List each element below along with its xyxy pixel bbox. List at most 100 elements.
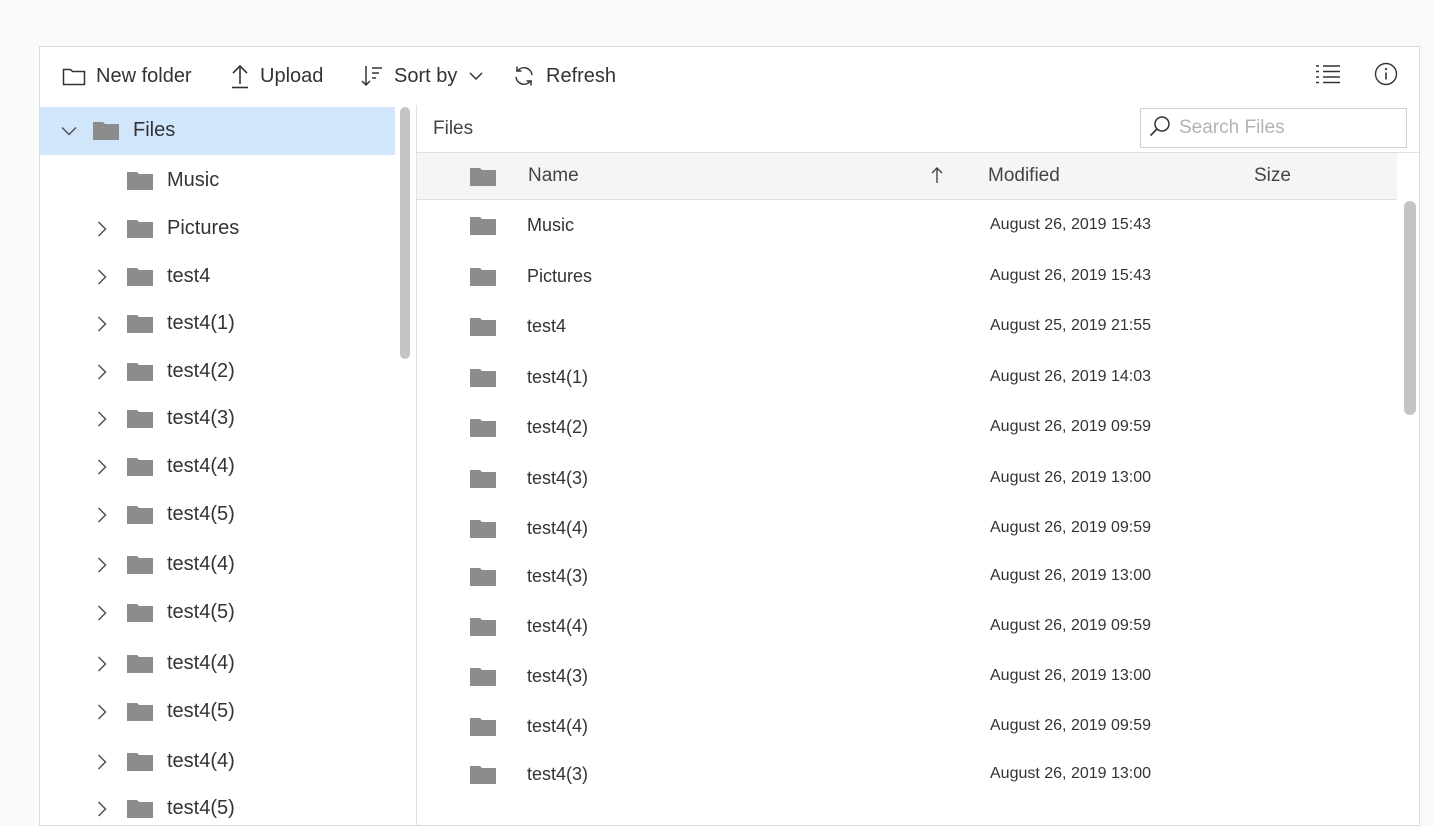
folder-icon bbox=[470, 749, 496, 799]
column-header-size[interactable]: Size bbox=[1254, 153, 1291, 199]
nav-item[interactable]: test4(2) bbox=[40, 348, 395, 396]
folder-icon bbox=[127, 456, 153, 482]
nav-item[interactable]: Music bbox=[40, 157, 395, 205]
navigation-scrollbar[interactable] bbox=[400, 107, 410, 359]
nav-item[interactable]: test4(5) bbox=[40, 589, 395, 637]
chevron-right-icon[interactable] bbox=[92, 362, 112, 382]
chevron-right-icon[interactable] bbox=[92, 314, 112, 334]
nav-item[interactable]: test4(4) bbox=[40, 541, 395, 589]
details-info-button[interactable] bbox=[1368, 47, 1404, 105]
nav-item[interactable]: test4 bbox=[40, 253, 395, 301]
sort-by-button[interactable]: Sort by bbox=[360, 47, 483, 105]
chevron-right-icon[interactable] bbox=[92, 409, 112, 429]
chevron-right-icon[interactable] bbox=[92, 457, 112, 477]
upload-label: Upload bbox=[260, 64, 324, 87]
nav-item[interactable]: test4(3) bbox=[40, 395, 395, 443]
file-name: test4(3) bbox=[527, 565, 589, 586]
sort-ascending-icon bbox=[930, 166, 944, 190]
chevron-right-icon[interactable] bbox=[92, 219, 112, 239]
folder-icon bbox=[470, 453, 496, 503]
view-toggle-button[interactable] bbox=[1310, 47, 1346, 105]
chevron-down-icon[interactable] bbox=[59, 121, 79, 141]
file-name: test4(3) bbox=[527, 665, 589, 686]
file-name: test4(1) bbox=[527, 366, 589, 387]
breadcrumb[interactable]: Files bbox=[433, 105, 473, 152]
column-header-modified[interactable]: Modified bbox=[988, 153, 1060, 199]
folder-icon bbox=[127, 554, 153, 580]
nav-item-label: test4(3) bbox=[167, 407, 235, 429]
nav-item-label: test4(2) bbox=[167, 360, 235, 382]
file-name: test4(4) bbox=[527, 517, 589, 538]
column-header-name[interactable]: Name bbox=[528, 153, 948, 199]
grid-scrollbar[interactable] bbox=[1404, 201, 1416, 415]
nav-item-label: test4(5) bbox=[167, 797, 235, 819]
file-row[interactable]: test4(4) August 26, 2019 09:59 bbox=[417, 503, 1397, 553]
folder-icon bbox=[470, 701, 496, 751]
folder-icon bbox=[470, 551, 496, 601]
chevron-right-icon[interactable] bbox=[92, 555, 112, 575]
nav-item[interactable]: test4(5) bbox=[40, 491, 395, 539]
nav-item-label: test4(4) bbox=[167, 652, 235, 674]
file-modified: August 26, 2019 14:03 bbox=[990, 368, 1152, 385]
chevron-right-icon[interactable] bbox=[92, 654, 112, 674]
file-modified: August 26, 2019 13:00 bbox=[990, 765, 1152, 782]
file-row[interactable]: test4(1) August 26, 2019 14:03 bbox=[417, 352, 1397, 402]
search-box bbox=[1140, 108, 1407, 148]
chevron-right-icon[interactable] bbox=[92, 505, 112, 525]
nav-item[interactable]: test4(4) bbox=[40, 738, 395, 786]
folder-icon bbox=[470, 601, 496, 651]
new-folder-button[interactable]: New folder bbox=[62, 47, 192, 105]
file-name: test4(3) bbox=[527, 467, 589, 488]
chevron-right-icon[interactable] bbox=[92, 752, 112, 772]
upload-button[interactable]: Upload bbox=[230, 47, 323, 105]
file-row[interactable]: Pictures August 26, 2019 15:43 bbox=[417, 251, 1397, 301]
details-view-icon bbox=[1315, 63, 1341, 90]
file-row[interactable]: test4(3) August 26, 2019 13:00 bbox=[417, 651, 1397, 701]
chevron-right-icon[interactable] bbox=[92, 799, 112, 819]
folder-icon bbox=[127, 361, 153, 387]
refresh-button[interactable]: Refresh bbox=[512, 47, 616, 105]
navigation-pane: Files Music Pictures test4 test4(1) test4(2)… bbox=[40, 105, 417, 825]
file-row[interactable]: Music August 26, 2019 15:43 bbox=[417, 200, 1397, 250]
folder-icon bbox=[470, 352, 496, 402]
nav-item[interactable]: test4(4) bbox=[40, 640, 395, 688]
address-bar: Files bbox=[417, 105, 1419, 153]
file-modified: August 26, 2019 15:43 bbox=[990, 216, 1152, 233]
folder-icon bbox=[127, 313, 153, 339]
column-size-label: Size bbox=[1254, 165, 1291, 186]
info-icon bbox=[1374, 62, 1398, 91]
nav-item[interactable]: test4(4) bbox=[40, 443, 395, 491]
nav-item-files[interactable]: Files bbox=[40, 107, 395, 155]
sort-descending-icon bbox=[360, 63, 384, 89]
nav-item[interactable]: test4(1) bbox=[40, 300, 395, 348]
toolbar: New folder Upload Sort by Refresh bbox=[40, 47, 1419, 106]
file-name: Pictures bbox=[527, 265, 593, 286]
folder-icon bbox=[127, 602, 153, 628]
file-row[interactable]: test4(3) August 26, 2019 13:00 bbox=[417, 749, 1397, 799]
grid-header: Name Modified Size bbox=[417, 153, 1397, 200]
nav-item[interactable]: test4(5) bbox=[40, 688, 395, 736]
file-modified: August 26, 2019 15:43 bbox=[990, 267, 1152, 284]
nav-item[interactable]: test4(5) bbox=[40, 785, 395, 825]
folder-icon bbox=[470, 301, 496, 351]
chevron-right-icon[interactable] bbox=[92, 267, 112, 287]
file-row[interactable]: test4 August 25, 2019 21:55 bbox=[417, 301, 1397, 351]
file-row[interactable]: test4(3) August 26, 2019 13:00 bbox=[417, 453, 1397, 503]
nav-item[interactable]: Pictures bbox=[40, 205, 395, 253]
file-modified: August 26, 2019 09:59 bbox=[990, 717, 1152, 734]
file-row[interactable]: test4(3) August 26, 2019 13:00 bbox=[417, 551, 1397, 601]
nav-item-label: test4(5) bbox=[167, 503, 235, 525]
file-modified: August 26, 2019 13:00 bbox=[990, 469, 1152, 486]
file-row[interactable]: test4(2) August 26, 2019 09:59 bbox=[417, 402, 1397, 452]
chevron-right-icon[interactable] bbox=[92, 702, 112, 722]
file-row[interactable]: test4(4) August 26, 2019 09:59 bbox=[417, 601, 1397, 651]
file-manager: New folder Upload Sort by Refresh Files … bbox=[39, 46, 1420, 826]
nav-item-label: test4(5) bbox=[167, 601, 235, 623]
file-row[interactable]: test4(4) August 26, 2019 09:59 bbox=[417, 701, 1397, 751]
new-folder-label: New folder bbox=[96, 64, 192, 87]
search-input[interactable] bbox=[1177, 116, 1401, 140]
folder-icon bbox=[93, 120, 119, 146]
file-name: test4(3) bbox=[527, 763, 589, 784]
chevron-right-icon[interactable] bbox=[92, 603, 112, 623]
search-icon bbox=[1141, 115, 1171, 142]
